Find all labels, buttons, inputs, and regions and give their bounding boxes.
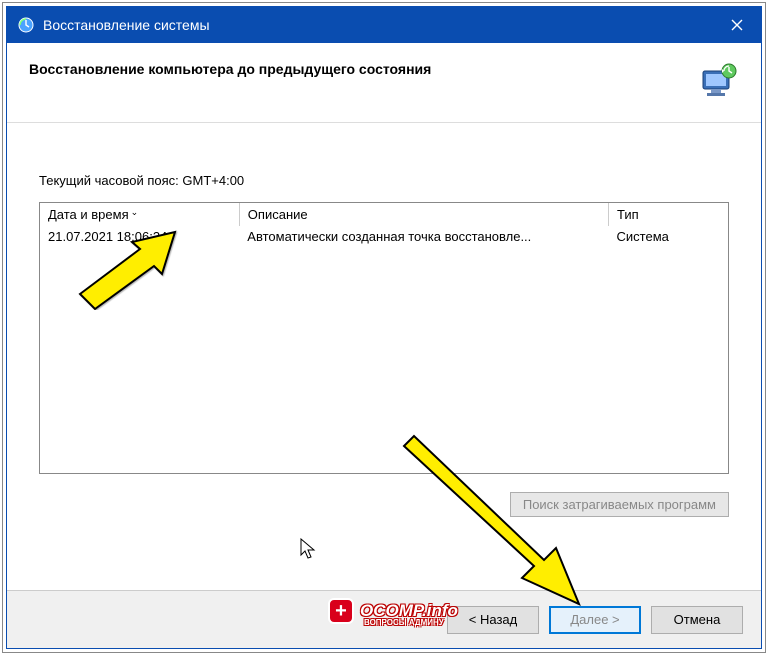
system-restore-window: Восстановление системы Восстановление ко… [6, 6, 762, 649]
column-header-description[interactable]: Описание [239, 203, 608, 226]
wizard-footer: < Назад Далее > Отмена [7, 590, 761, 648]
cell-date: 21.07.2021 18:06:34 [40, 226, 239, 247]
column-header-date[interactable]: Дата и время⌄ [40, 203, 239, 226]
restore-points-table[interactable]: Дата и время⌄ Описание Тип 21.07.2021 18… [39, 202, 729, 474]
wizard-content: Текущий часовой пояс: GMT+4:00 Дата и вр… [7, 123, 761, 590]
column-header-type[interactable]: Тип [609, 203, 728, 226]
window-title: Восстановление системы [43, 17, 713, 33]
cancel-button[interactable]: Отмена [651, 606, 743, 634]
wizard-header: Восстановление компьютера до предыдущего… [7, 43, 761, 123]
scan-affected-programs-button[interactable]: Поиск затрагиваемых программ [510, 492, 729, 517]
table-row[interactable]: 21.07.2021 18:06:34 Автоматически создан… [40, 226, 728, 247]
page-title: Восстановление компьютера до предыдущего… [29, 61, 431, 77]
titlebar[interactable]: Восстановление системы [7, 7, 761, 43]
app-icon [17, 16, 35, 34]
next-button[interactable]: Далее > [549, 606, 641, 634]
cell-description: Автоматически созданная точка восстановл… [239, 226, 608, 247]
cell-type: Система [609, 226, 728, 247]
timezone-label: Текущий часовой пояс: GMT+4:00 [39, 173, 729, 188]
restore-icon [697, 61, 739, 106]
sort-indicator-icon: ⌄ [131, 207, 139, 217]
close-button[interactable] [713, 7, 761, 43]
back-button[interactable]: < Назад [447, 606, 539, 634]
